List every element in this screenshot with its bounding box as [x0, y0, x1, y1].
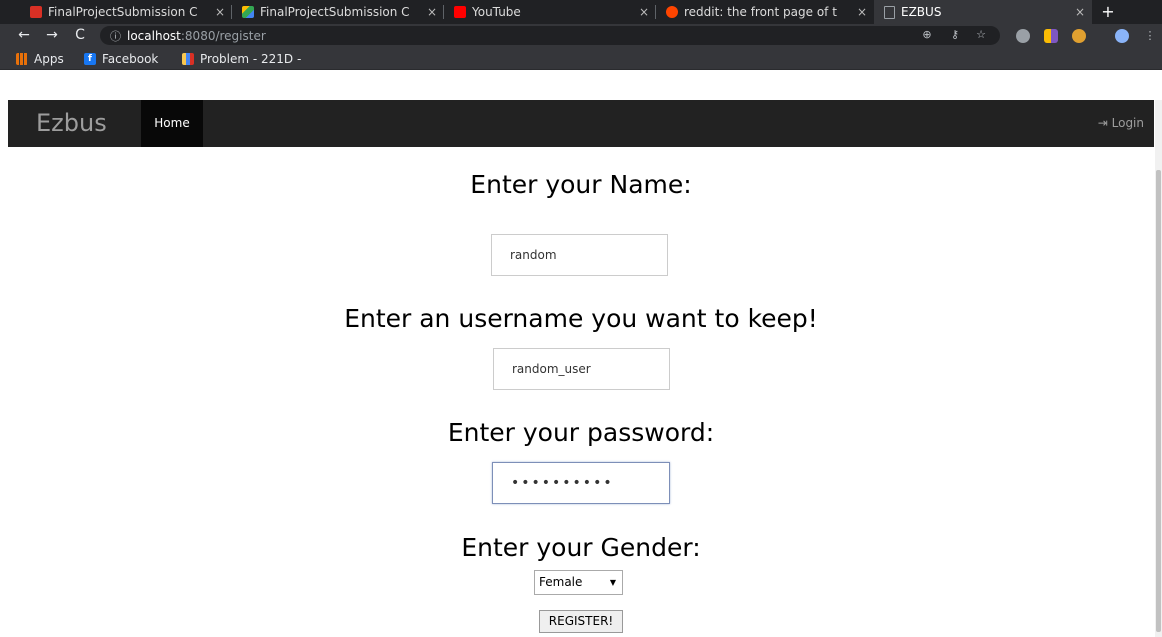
gmail-icon: [30, 6, 42, 18]
menu-icon[interactable]: ⋮: [1143, 29, 1157, 43]
apps-icon: [16, 52, 28, 65]
password-heading: Enter your password:: [447, 418, 715, 447]
youtube-icon: [454, 6, 466, 18]
login-icon: ⇥: [1097, 116, 1108, 130]
extension-icon[interactable]: [1044, 29, 1058, 43]
tab-drive[interactable]: FinalProjectSubmission C ×: [232, 0, 444, 24]
gender-heading: Enter your Gender:: [461, 533, 701, 562]
bookmark-apps[interactable]: Apps: [16, 50, 64, 67]
reddit-icon: [666, 6, 678, 18]
browser-toolbar: ← → C ⓘ localhost:8080/register ⊕ ⚷ ☆: [0, 24, 1162, 47]
profile-avatar[interactable]: [1115, 29, 1129, 43]
bookmark-problem[interactable]: Problem - 221D -: [182, 50, 301, 67]
scrollbar-thumb[interactable]: [1156, 170, 1161, 632]
key-icon[interactable]: ⚷: [948, 28, 962, 42]
register-button[interactable]: REGISTER!: [539, 610, 623, 633]
google-drive-icon: [242, 6, 254, 18]
name-heading: Enter your Name:: [470, 170, 692, 199]
tab-ezbus[interactable]: EZBUS ×: [874, 0, 1092, 24]
site-navbar: Ezbus Home ⇥ Login: [8, 100, 1154, 147]
close-tab-icon[interactable]: ×: [212, 5, 228, 19]
bookmarks-bar: Apps f Facebook Problem - 221D -: [0, 47, 1162, 70]
password-input[interactable]: ••••••••••: [492, 462, 670, 504]
login-link[interactable]: ⇥ Login: [1098, 100, 1144, 147]
back-icon[interactable]: ←: [14, 26, 34, 45]
cookie-icon[interactable]: [1072, 29, 1086, 43]
close-tab-icon[interactable]: ×: [636, 5, 652, 19]
facebook-icon: f: [84, 52, 96, 65]
extension-icon[interactable]: [1016, 29, 1030, 43]
forward-icon[interactable]: →: [42, 26, 62, 45]
brand-logo[interactable]: Ezbus: [36, 100, 107, 147]
star-icon[interactable]: ☆: [974, 28, 988, 42]
name-input[interactable]: random: [491, 234, 668, 276]
tab-youtube[interactable]: YouTube ×: [444, 0, 656, 24]
info-icon[interactable]: ⓘ: [110, 28, 121, 44]
translate-icon[interactable]: ⊕: [920, 28, 934, 42]
tab-gmail[interactable]: FinalProjectSubmission C ×: [20, 0, 232, 24]
dropdown-arrow-icon: ▼: [609, 578, 616, 587]
reload-icon[interactable]: C: [70, 26, 90, 45]
tab-reddit[interactable]: reddit: the front page of t ×: [656, 0, 874, 24]
tab-strip: FinalProjectSubmission C × FinalProjectS…: [0, 0, 1162, 24]
bookmark-facebook[interactable]: f Facebook: [84, 50, 158, 67]
address-bar[interactable]: ⓘ localhost:8080/register: [100, 26, 1000, 45]
gender-select[interactable]: Female ▼: [534, 570, 623, 595]
close-tab-icon[interactable]: ×: [424, 5, 440, 19]
close-tab-icon[interactable]: ×: [1072, 5, 1088, 19]
codeforces-icon: [182, 52, 194, 65]
nav-home[interactable]: Home: [141, 100, 203, 147]
new-tab-button[interactable]: +: [1098, 0, 1118, 24]
close-tab-icon[interactable]: ×: [854, 5, 870, 19]
username-input[interactable]: random_user: [493, 348, 670, 390]
page-icon: [884, 5, 895, 19]
username-heading: Enter an username you want to keep!: [344, 304, 818, 333]
